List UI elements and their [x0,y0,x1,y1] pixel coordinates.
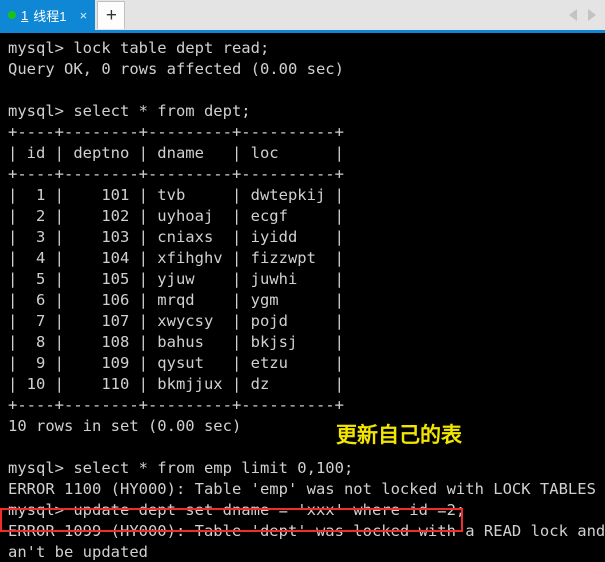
terminal-line: +----+--------+---------+----------+ [8,123,344,141]
terminal-line: mysql> select * from dept; [8,102,251,120]
terminal-line: mysql> update dept set dname = 'xxx' whe… [8,501,466,519]
terminal-line: Query OK, 0 rows affected (0.00 sec) [8,60,344,78]
tab-title-label: 线程1 [33,8,67,24]
terminal-line: | 10 | 110 | bkmjjux | dz | [8,375,344,393]
terminal-line: | 6 | 106 | mrqd | ygm | [8,291,344,309]
annotation-note: 更新自己的表 [336,423,462,447]
terminal-line: | 2 | 102 | uyhoaj | ecgf | [8,207,344,225]
tab-thread-1[interactable]: 1 线程1 × [0,0,96,30]
terminal-line: | 8 | 108 | bahus | bkjsj | [8,333,344,351]
tab-bar-spacer [125,0,569,30]
terminal-line: mysql> lock table dept read; [8,39,270,57]
terminal-line: | id | deptno | dname | loc | [8,144,344,162]
tab-bar: 1 线程1 × + [0,0,605,30]
terminal-line-list: mysql> lock table dept read; Query OK, 0 … [8,38,605,562]
terminal-line: | 3 | 103 | cniaxs | iyidd | [8,228,344,246]
terminal-line: an't be updated [8,543,148,561]
terminal-line: 10 rows in set (0.00 sec) [8,417,242,435]
terminal-line: | 4 | 104 | xfihghv | fizzwpt | [8,249,344,267]
terminal-line: +----+--------+---------+----------+ [8,396,344,414]
scroll-right-icon[interactable] [588,9,596,21]
terminal-line: mysql> select * from emp limit 0,100; [8,459,354,477]
new-tab-button[interactable]: + [97,1,126,29]
connection-status-dot [8,11,16,19]
scroll-left-icon[interactable] [569,9,577,21]
terminal-line: | 9 | 109 | qysut | etzu | [8,354,344,372]
terminal-line: | 1 | 101 | tvb | dwtepkij | [8,186,344,204]
terminal-line: +----+--------+---------+----------+ [8,165,344,183]
terminal-line: | 7 | 107 | xwycsy | pojd | [8,312,344,330]
terminal-line: ERROR 1100 (HY000): Table 'emp' was not … [8,480,596,498]
tab-index-label: 1 [21,7,29,23]
close-icon[interactable]: × [77,9,89,22]
terminal-line: | 5 | 105 | yjuw | juwhi | [8,270,344,288]
terminal-output-area[interactable]: mysql> lock table dept read; Query OK, 0 … [0,33,605,562]
terminal-line: ERROR 1099 (HY000): Table 'dept' was loc… [8,522,605,540]
tab-scroll-controls [569,0,605,30]
